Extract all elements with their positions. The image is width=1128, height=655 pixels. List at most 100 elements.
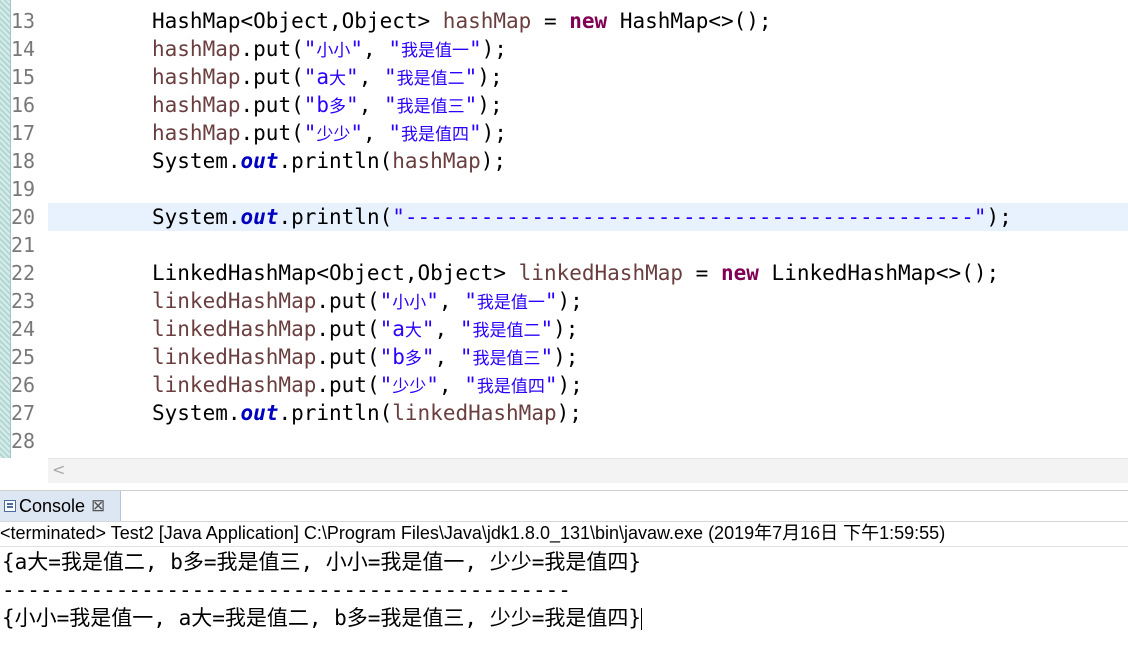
line-number: 24 [11,317,36,341]
code-token: LinkedHashMap<>(); [758,261,1000,285]
code-token: , [438,289,465,313]
code-token: " [350,121,364,145]
horizontal-scrollbar[interactable]: < [48,458,1128,483]
code-token: ); [553,345,579,369]
code-token: .println( [278,401,393,425]
code-token: 大 [329,69,347,89]
code-line[interactable]: 25 linkedHashMap.put("b多", "我是值三"); [0,343,1128,371]
code-token: ); [480,149,507,173]
code-token: "---------------------------------------… [392,205,987,229]
code-token: , [358,93,384,117]
code-text: System.out.println(linkedHashMap); [152,399,582,427]
code-token: 我是值一 [476,293,545,313]
code-token: " [383,93,397,117]
code-line[interactable]: 17 hashMap.put("少少", "我是值四"); [0,119,1128,147]
line-number: 17 [11,121,36,145]
code-token: 小小 [316,41,351,61]
code-token: hashMap [152,65,241,89]
code-token: hashMap [152,93,241,117]
code-token: , [434,317,460,341]
code-token: .put( [316,317,380,341]
code-token: " [464,65,478,89]
code-token: 我是值二 [472,321,541,341]
code-token: , [358,65,384,89]
line-number: 28 [11,429,36,453]
code-token: 大 [404,321,422,341]
line-number: 21 [11,233,36,257]
code-token: 我是值三 [396,97,465,117]
code-line[interactable]: 21 [0,231,1128,259]
code-token: ); [481,37,507,61]
code-token: 多 [329,97,347,117]
code-token: .println( [278,149,393,173]
code-token: " [421,317,435,341]
code-editor[interactable]: 13 HashMap<Object,Object> hashMap = new H… [0,0,1128,458]
code-token: ); [477,93,503,117]
line-number: 13 [11,9,36,33]
code-token: " [346,93,359,117]
code-line[interactable]: 15 hashMap.put("a大", "我是值二"); [0,63,1128,91]
code-token: 少少 [392,377,427,397]
code-token: 少少 [316,125,351,145]
code-token: " [346,65,359,89]
code-line[interactable]: 26 linkedHashMap.put("少少", "我是值四"); [0,371,1128,399]
line-number: 22 [11,261,36,285]
code-text: linkedHashMap.put("a大", "我是值二"); [152,315,578,345]
code-token: new [720,261,759,285]
code-token: " [540,345,554,369]
code-line[interactable]: 23 linkedHashMap.put("小小", "我是值一"); [0,287,1128,315]
code-line[interactable]: 28 [0,427,1128,455]
code-token: 我是值一 [401,41,469,61]
code-text: System.out.println("--------------------… [152,203,1012,231]
console-tab-label: Console [19,496,86,516]
code-token: linkedHashMap [392,401,557,425]
code-text: hashMap.put("少少", "我是值四"); [152,119,507,149]
code-token: = [683,261,721,285]
code-line[interactable]: 27 System.out.println(linkedHashMap); [0,399,1128,427]
tab-console[interactable]: Console ⊠ [0,491,121,521]
code-token: LinkedHashMap<Object,Object> [152,261,519,285]
code-token: " [379,289,393,313]
line-number: 14 [11,37,36,61]
code-token: " [383,65,397,89]
code-token: linkedHashMap [518,261,684,285]
code-line[interactable]: 24 linkedHashMap.put("a大", "我是值二"); [0,315,1128,343]
code-token: .println( [278,205,393,229]
code-token: ); [481,121,507,145]
code-token: .put( [316,373,380,397]
code-text: linkedHashMap.put("小小", "我是值一"); [152,287,583,317]
code-token: , [438,373,465,397]
code-token: , [363,37,389,61]
code-line[interactable]: 13 HashMap<Object,Object> hashMap = new H… [0,7,1128,35]
code-token: " [388,37,401,61]
code-token: linkedHashMap [152,317,317,341]
code-line[interactable]: 20 System.out.println("------------------… [0,203,1128,231]
code-token: 我是值二 [396,69,465,89]
code-line[interactable]: 19 [0,175,1128,203]
code-text: linkedHashMap.put("b多", "我是值三"); [152,343,578,373]
console-tab-bar: Console ⊠ [0,490,1128,522]
line-number: 18 [11,149,36,173]
code-line[interactable]: 16 hashMap.put("b多", "我是值三"); [0,91,1128,119]
chevron-left-icon[interactable]: < [52,460,65,479]
code-token: 我是值四 [401,125,469,145]
console-output[interactable]: {a大=我是值二, b多=我是值三, 小小=我是值一, 少少=我是值四} ----… [0,548,1128,632]
code-token: " [379,373,393,397]
code-token: out [240,205,279,229]
code-token: "b [303,93,330,117]
code-token: , [363,121,389,145]
code-text: linkedHashMap.put("少少", "我是值四"); [152,371,583,401]
line-number: 16 [11,93,36,117]
code-token: " [303,121,317,145]
code-line[interactable]: 18 System.out.println(hashMap); [0,147,1128,175]
line-number: 23 [11,289,36,313]
code-token: "a [303,65,330,89]
code-token: "a [379,317,405,341]
code-line[interactable]: 14 hashMap.put("小小", "我是值一"); [0,35,1128,63]
code-token: System. [152,205,241,229]
code-line[interactable]: 22 LinkedHashMap<Object,Object> linkedHas… [0,259,1128,287]
code-token: .put( [240,93,304,117]
code-token: hashMap [392,149,481,173]
line-number: 19 [11,177,36,201]
close-icon[interactable]: ⊠ [91,491,105,521]
